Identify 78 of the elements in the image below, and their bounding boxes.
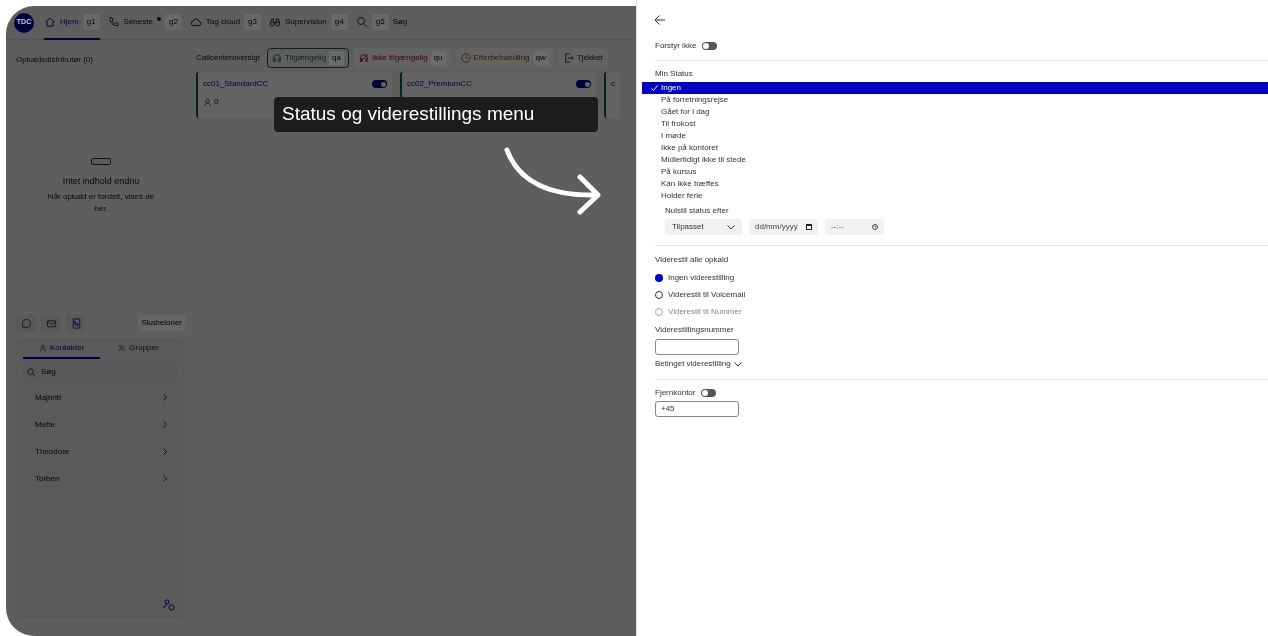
exit-door-icon: [563, 53, 574, 63]
radio-button[interactable]: [655, 274, 663, 282]
action-button[interactable]: [66, 314, 86, 332]
phone-icon: [107, 15, 120, 28]
queue-name: c: [611, 78, 615, 90]
people-icon: [118, 343, 127, 352]
remote-office-number-field[interactable]: +45: [655, 401, 739, 417]
chevron-right-icon: [163, 448, 167, 455]
calendar-icon: [806, 224, 812, 230]
queue-name: cc02_PremiumCC: [407, 78, 472, 90]
person-settings-icon[interactable]: [163, 598, 175, 611]
chevron-right-icon: [163, 421, 167, 428]
chevron-right-icon: [163, 394, 167, 401]
radio-label[interactable]: Ingen viderestilling: [668, 272, 735, 284]
toggle-label: Forstyr ikke: [655, 40, 697, 52]
empty-text: Når opkald er fordelt, vises de her.: [46, 190, 156, 215]
section-title: Opkaldsdistributør (0): [16, 54, 94, 66]
radio-label[interactable]: Viderestil til Voicemail: [668, 289, 746, 301]
status-button[interactable]: Ikke tilgængelig qu: [354, 48, 451, 68]
search-icon: [355, 15, 368, 28]
headset-crossed-icon: [359, 53, 369, 63]
headset-icon: [272, 53, 283, 63]
chevron-down-icon: [733, 361, 742, 367]
nav-tab[interactable]: Supervision g4: [269, 5, 348, 40]
action-button[interactable]: [16, 314, 36, 332]
chevron-down-icon: [727, 224, 735, 230]
status-option[interactable]: Ikke på kontoret: [642, 142, 1268, 154]
binoculars-icon: [269, 15, 281, 28]
conditional-forward-toggle[interactable]: Betinget viderestilling: [655, 358, 742, 370]
status-option[interactable]: Holder ferie: [642, 190, 1268, 202]
nav-tab[interactable]: Seneste g2: [107, 5, 182, 40]
toggle-switch[interactable]: [576, 80, 591, 88]
phone-book-icon: [70, 317, 82, 329]
nav-tab[interactable]: Hjem g1: [44, 5, 100, 40]
section-label: Callcenteroversigt: [196, 52, 261, 64]
checkmark-icon: [651, 85, 658, 91]
back-arrow-icon[interactable]: [654, 14, 666, 26]
mail-icon: [45, 317, 57, 329]
field-label: Viderestillingsnummer: [655, 324, 735, 336]
status-option[interactable]: På forretningsrejse: [642, 94, 1268, 106]
chevron-right-icon: [163, 475, 167, 482]
toggle-label: Fjernkontor: [655, 387, 696, 399]
action-button[interactable]: [41, 314, 61, 332]
status-option[interactable]: Kan ikke træffes: [642, 178, 1268, 190]
toggle-switch[interactable]: [701, 389, 717, 397]
status-option[interactable]: I møde: [642, 130, 1268, 142]
status-button[interactable]: Efterbehandling qw: [455, 48, 554, 68]
section-title: Min Status: [655, 68, 694, 80]
clock-icon: [460, 53, 471, 63]
forward-number-field[interactable]: [655, 339, 739, 355]
status-option[interactable]: På kursus: [642, 166, 1268, 178]
queue-name: cc01_StandardCC: [203, 78, 269, 90]
duration-dropdown[interactable]: Tilpasset: [665, 219, 742, 235]
status-option[interactable]: Gået for i dag: [642, 106, 1268, 118]
nav-tab[interactable]: Tag cloud g3: [189, 5, 261, 40]
empty-title: Intet indhold endnu: [62, 175, 140, 188]
status-button[interactable]: Tilgængelig qa: [267, 48, 349, 68]
time-field[interactable]: --:--: [825, 219, 884, 235]
callout-label: Status og viderestillings menu: [274, 97, 598, 132]
home-icon: [44, 15, 56, 28]
person-icon: [203, 97, 212, 107]
status-option[interactable]: Midlertidigt ikke til stede: [642, 154, 1268, 166]
date-field[interactable]: dd/mm/yyyy: [749, 219, 818, 235]
field-label: Nulstil status efter: [665, 205, 730, 217]
person-icon: [38, 343, 47, 352]
clock-icon: [872, 224, 878, 230]
nav-tab[interactable]: g5 Søg: [355, 5, 408, 40]
cloud-icon: [189, 15, 202, 28]
toggle-switch[interactable]: [372, 80, 387, 88]
chat-bubble-icon: [20, 317, 32, 329]
search-icon: [27, 367, 36, 377]
toggle-switch[interactable]: [702, 42, 718, 50]
agent-count: 0: [214, 96, 219, 108]
section-title: Viderestil alle opkald: [655, 254, 730, 266]
status-option[interactable]: Ingen: [642, 82, 1268, 94]
templates-button[interactable]: Skabeloner: [137, 315, 186, 331]
status-option[interactable]: Til frokost: [642, 118, 1268, 130]
empty-tray-icon: [91, 158, 111, 165]
